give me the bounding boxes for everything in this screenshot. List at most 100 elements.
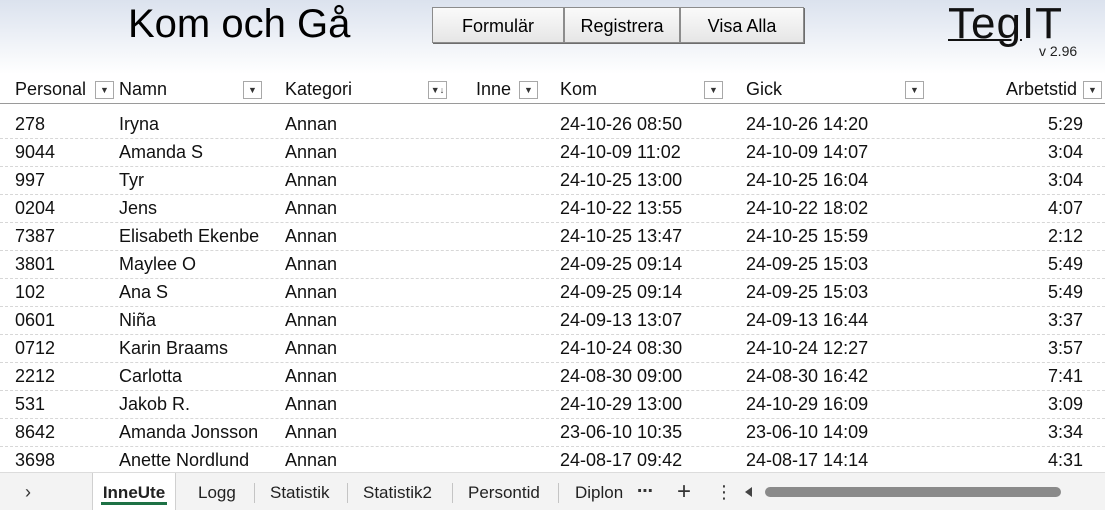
filter-kom-icon[interactable]: ▼ xyxy=(704,81,723,99)
cell-kom[interactable]: 24-10-26 08:50 xyxy=(560,111,730,138)
plus-icon[interactable]: + xyxy=(672,473,696,510)
table-row[interactable]: 102 Ana S Annan 24-09-25 09:14 24-09-25 15:0… xyxy=(0,279,1105,307)
cell-kategori[interactable]: Annan xyxy=(285,391,405,418)
cell-gick[interactable]: 24-10-22 18:02 xyxy=(746,195,916,222)
cell-namn[interactable]: Ana S xyxy=(119,279,283,306)
tab-diplon[interactable]: Diplon xyxy=(575,473,623,510)
cell-kom[interactable]: 24-10-29 13:00 xyxy=(560,391,730,418)
cell-kategori[interactable]: Annan xyxy=(285,335,405,362)
cell-arbetstid[interactable]: 5:49 xyxy=(960,251,1083,278)
cell-kategori[interactable]: Annan xyxy=(285,167,405,194)
cell-namn[interactable]: Carlotta xyxy=(119,363,283,390)
cell-kategori[interactable]: Annan xyxy=(285,307,405,334)
tab-statistik[interactable]: Statistik xyxy=(270,473,330,510)
filter-personal-icon[interactable]: ▼ xyxy=(95,81,114,99)
tab-persontid[interactable]: Persontid xyxy=(468,473,540,510)
cell-namn[interactable]: Niña xyxy=(119,307,283,334)
cell-namn[interactable]: Amanda Jonsson xyxy=(119,419,283,446)
cell-namn[interactable]: Amanda S xyxy=(119,139,283,166)
cell-gick[interactable]: 23-06-10 14:09 xyxy=(746,419,916,446)
more-horizontal-icon[interactable]: ⋯ xyxy=(634,473,656,510)
cell-kategori[interactable]: Annan xyxy=(285,251,405,278)
filter-arbetstid-icon[interactable]: ▼ xyxy=(1083,81,1102,99)
cell-gick[interactable]: 24-10-09 14:07 xyxy=(746,139,916,166)
sort-filter-kategori-icon[interactable]: ▼↓ xyxy=(428,81,447,99)
cell-gick[interactable]: 24-10-29 16:09 xyxy=(746,391,916,418)
chevron-right-icon[interactable]: › xyxy=(16,473,40,510)
cell-arbetstid[interactable]: 5:49 xyxy=(960,279,1083,306)
horizontal-scrollbar[interactable] xyxy=(745,481,1100,503)
cell-namn[interactable]: Iryna xyxy=(119,111,283,138)
cell-kategori[interactable]: Annan xyxy=(285,139,405,166)
cell-personal[interactable]: 0204 xyxy=(15,195,115,222)
filter-namn-icon[interactable]: ▼ xyxy=(243,81,262,99)
table-row[interactable]: 8642 Amanda Jonsson Annan 23-06-10 10:35 23-… xyxy=(0,419,1105,447)
cell-personal[interactable]: 2212 xyxy=(15,363,115,390)
cell-arbetstid[interactable]: 3:09 xyxy=(960,391,1083,418)
cell-kom[interactable]: 24-10-09 11:02 xyxy=(560,139,730,166)
tab-inneute[interactable]: InneUte xyxy=(92,473,176,510)
cell-namn[interactable]: Maylee O xyxy=(119,251,283,278)
cell-kom[interactable]: 24-10-22 13:55 xyxy=(560,195,730,222)
table-row[interactable]: 7387 Elisabeth Ekenbe Annan 24-10-25 13:47 2… xyxy=(0,223,1105,251)
table-row[interactable]: 0204 Jens Annan 24-10-22 13:55 24-10-22 18:0… xyxy=(0,195,1105,223)
cell-arbetstid[interactable]: 3:04 xyxy=(960,139,1083,166)
table-row[interactable]: 9044 Amanda S Annan 24-10-09 11:02 24-10-09 … xyxy=(0,139,1105,167)
cell-arbetstid[interactable]: 3:04 xyxy=(960,167,1083,194)
cell-gick[interactable]: 24-08-17 14:14 xyxy=(746,447,916,474)
table-row[interactable]: 0712 Karin Braams Annan 24-10-24 08:30 24-10… xyxy=(0,335,1105,363)
cell-arbetstid[interactable]: 5:29 xyxy=(960,111,1083,138)
cell-arbetstid[interactable]: 3:57 xyxy=(960,335,1083,362)
table-row[interactable]: 997 Tyr Annan 24-10-25 13:00 24-10-25 16:04 3… xyxy=(0,167,1105,195)
scroll-left-icon[interactable] xyxy=(745,487,752,497)
more-vertical-icon[interactable]: ⋮ xyxy=(714,473,734,510)
cell-namn[interactable]: Karin Braams xyxy=(119,335,283,362)
cell-kom[interactable]: 24-10-24 08:30 xyxy=(560,335,730,362)
filter-inne-icon[interactable]: ▼ xyxy=(519,81,538,99)
cell-personal[interactable]: 7387 xyxy=(15,223,115,250)
cell-kategori[interactable]: Annan xyxy=(285,363,405,390)
cell-arbetstid[interactable]: 2:12 xyxy=(960,223,1083,250)
filter-gick-icon[interactable]: ▼ xyxy=(905,81,924,99)
cell-kom[interactable]: 24-08-17 09:42 xyxy=(560,447,730,474)
cell-kategori[interactable]: Annan xyxy=(285,279,405,306)
cell-personal[interactable]: 997 xyxy=(15,167,115,194)
cell-kom[interactable]: 24-08-30 09:00 xyxy=(560,363,730,390)
table-row[interactable]: 531 Jakob R. Annan 24-10-29 13:00 24-10-29 1… xyxy=(0,391,1105,419)
cell-namn[interactable]: Tyr xyxy=(119,167,283,194)
cell-arbetstid[interactable]: 3:34 xyxy=(960,419,1083,446)
cell-gick[interactable]: 24-09-25 15:03 xyxy=(746,251,916,278)
cell-namn[interactable]: Anette Nordlund xyxy=(119,447,283,474)
cell-arbetstid[interactable]: 4:31 xyxy=(960,447,1083,474)
cell-kom[interactable]: 24-09-13 13:07 xyxy=(560,307,730,334)
table-row[interactable]: 278 Iryna Annan 24-10-26 08:50 24-10-26 14:2… xyxy=(0,111,1105,139)
cell-namn[interactable]: Jakob R. xyxy=(119,391,283,418)
cell-kom[interactable]: 24-10-25 13:47 xyxy=(560,223,730,250)
table-row[interactable]: 2212 Carlotta Annan 24-08-30 09:00 24-08-30 … xyxy=(0,363,1105,391)
table-row[interactable]: 3698 Anette Nordlund Annan 24-08-17 09:42 24… xyxy=(0,447,1105,475)
tab-logg[interactable]: Logg xyxy=(198,473,236,510)
cell-gick[interactable]: 24-10-25 15:59 xyxy=(746,223,916,250)
formular-button[interactable]: Formulär xyxy=(432,7,564,43)
cell-kom[interactable]: 24-09-25 09:14 xyxy=(560,251,730,278)
cell-kategori[interactable]: Annan xyxy=(285,447,405,474)
cell-personal[interactable]: 9044 xyxy=(15,139,115,166)
cell-gick[interactable]: 24-09-13 16:44 xyxy=(746,307,916,334)
cell-personal[interactable]: 531 xyxy=(15,391,115,418)
table-row[interactable]: 3801 Maylee O Annan 24-09-25 09:14 24-09-25 … xyxy=(0,251,1105,279)
cell-namn[interactable]: Elisabeth Ekenbe xyxy=(119,223,283,250)
cell-personal[interactable]: 3801 xyxy=(15,251,115,278)
cell-gick[interactable]: 24-10-26 14:20 xyxy=(746,111,916,138)
registrera-button[interactable]: Registrera xyxy=(564,7,680,43)
cell-personal[interactable]: 3698 xyxy=(15,447,115,474)
cell-gick[interactable]: 24-08-30 16:42 xyxy=(746,363,916,390)
cell-namn[interactable]: Jens xyxy=(119,195,283,222)
cell-kategori[interactable]: Annan xyxy=(285,111,405,138)
cell-kategori[interactable]: Annan xyxy=(285,195,405,222)
cell-kom[interactable]: 24-10-25 13:00 xyxy=(560,167,730,194)
scroll-thumb[interactable] xyxy=(765,487,1061,497)
cell-personal[interactable]: 278 xyxy=(15,111,115,138)
cell-arbetstid[interactable]: 7:41 xyxy=(960,363,1083,390)
cell-personal[interactable]: 0601 xyxy=(15,307,115,334)
cell-kategori[interactable]: Annan xyxy=(285,419,405,446)
